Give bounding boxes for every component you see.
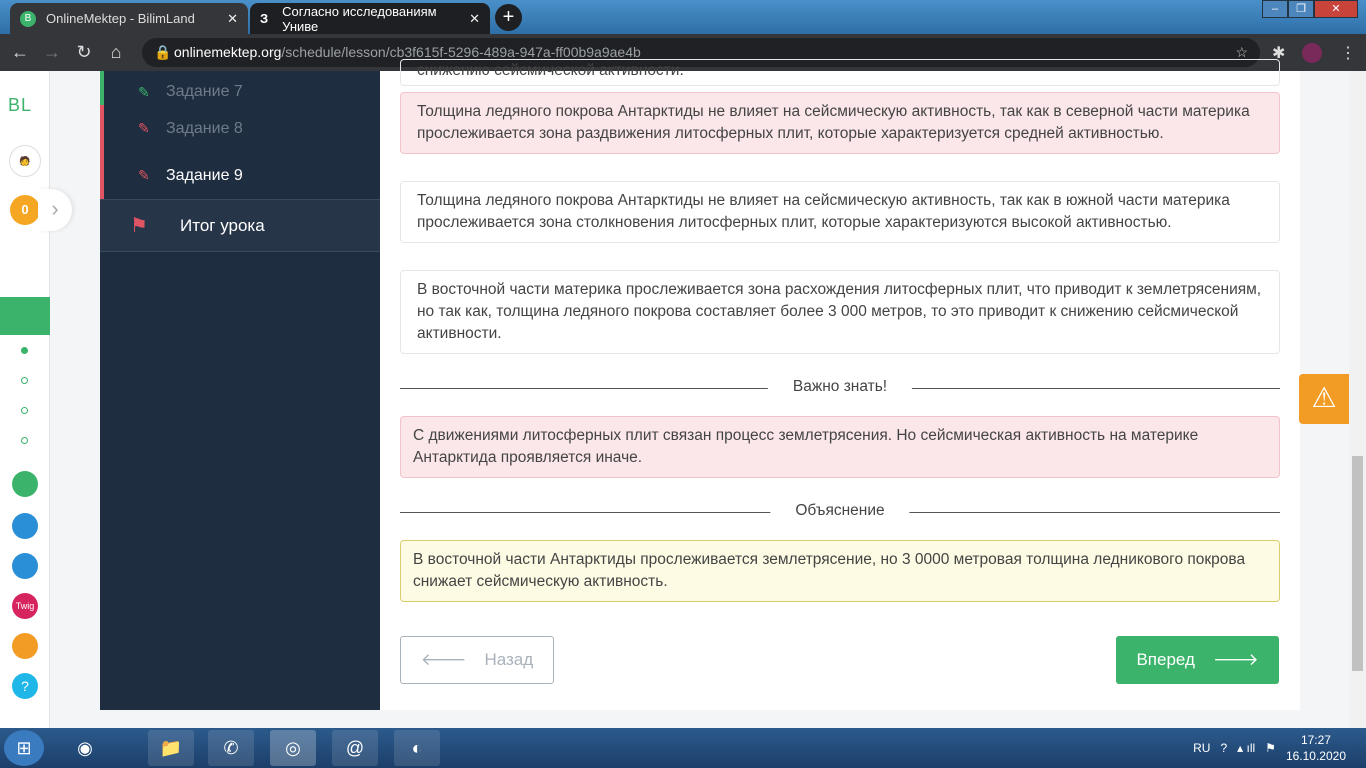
- onlinemektep-app-icon[interactable]: [0, 297, 50, 335]
- close-tab-icon[interactable]: ✕: [469, 11, 480, 27]
- sidebar-item-task-9[interactable]: ✎ Задание 9: [100, 152, 380, 199]
- avatar[interactable]: 🧑: [9, 145, 41, 177]
- explanation-box: В восточной части Антарктиды прослеживае…: [400, 540, 1280, 602]
- twig-icon[interactable]: Twig: [12, 593, 38, 619]
- bilimland-icon[interactable]: [12, 471, 38, 497]
- close-window-button[interactable]: ✕: [1314, 0, 1358, 18]
- important-title: Важно знать!: [767, 378, 913, 396]
- tab-favicon-icon: З: [260, 11, 269, 26]
- step-dot[interactable]: [21, 437, 28, 444]
- new-tab-button[interactable]: +: [495, 4, 522, 31]
- alice-icon[interactable]: ◉: [62, 730, 108, 766]
- arrow-left-icon: 🡐: [420, 650, 467, 669]
- tab-onlinemektep[interactable]: B OnlineMektep - BilimLand ✕: [10, 3, 248, 34]
- bilimbook-icon[interactable]: [12, 513, 38, 539]
- forward-icon[interactable]: →: [36, 42, 68, 63]
- tab-label: Согласно исследованиям Униве: [282, 3, 437, 34]
- important-divider: Важно знать!: [400, 378, 1280, 398]
- explanation-divider: Объяснение: [400, 502, 1280, 522]
- back-icon[interactable]: ←: [4, 42, 36, 63]
- option-text: В восточной части материка прослеживаетс…: [417, 281, 1262, 342]
- home-icon[interactable]: ⌂: [100, 42, 132, 63]
- sidebar-item-label: Задание 7: [166, 83, 243, 100]
- system-tray: RU ? ▴ ıll ⚑ 17:27 16.10.2020: [1193, 728, 1346, 768]
- edit-icon: ✎: [138, 120, 150, 136]
- sidebar-item-task-7[interactable]: ✎ Задание 7: [100, 71, 380, 105]
- url-host: onlinemektep.org: [174, 44, 282, 60]
- answer-option[interactable]: Толщина ледяного покрова Антарктиды не в…: [400, 181, 1280, 243]
- test-icon[interactable]: [12, 553, 38, 579]
- date: 16.10.2020: [1285, 749, 1346, 763]
- bilimland-favicon-icon: B: [20, 10, 36, 27]
- action-center-icon[interactable]: ⚑: [1265, 741, 1276, 755]
- lesson-sidebar: ✎ Задание 7 ✎ Задание 8 ✎ Задание 9 ⚑ Итог у…: [100, 71, 380, 710]
- start-button[interactable]: ⊞: [4, 730, 44, 766]
- option-text: Толщина ледяного покрова Антарктиды не в…: [417, 192, 1230, 231]
- back-label: Назад: [484, 650, 534, 669]
- minimize-button[interactable]: –: [1262, 0, 1288, 18]
- bl-logo[interactable]: BL: [8, 95, 32, 116]
- explorer-icon[interactable]: 📁: [148, 730, 194, 766]
- app-leftbar: BL 🧑 0 Twig ?: [0, 71, 50, 728]
- chrome-icon[interactable]: ◎: [270, 730, 316, 766]
- explanation-title: Объяснение: [770, 502, 910, 520]
- reload-icon[interactable]: ↻: [68, 42, 100, 63]
- scrollbar[interactable]: [1349, 71, 1366, 728]
- explanation-text: В восточной части Антарктиды прослеживае…: [413, 551, 1246, 590]
- back-button[interactable]: 🡐 Назад: [400, 636, 554, 684]
- edit-icon: ✎: [138, 167, 150, 183]
- imagine-icon[interactable]: [12, 633, 38, 659]
- profile-avatar[interactable]: [1302, 42, 1322, 63]
- step-dot[interactable]: [21, 347, 28, 354]
- flag-icon: ⚑: [130, 215, 148, 237]
- tab-bar: B OnlineMektep - BilimLand ✕ З Согласно исс…: [0, 0, 1366, 34]
- maximize-button[interactable]: ❐: [1288, 0, 1314, 18]
- step-dot[interactable]: [21, 377, 28, 384]
- close-tab-icon[interactable]: ✕: [227, 11, 238, 27]
- network-tray-icon[interactable]: ▴ ıll: [1237, 741, 1255, 755]
- help-icon[interactable]: ?: [12, 673, 38, 699]
- answer-option[interactable]: В восточной части материка прослеживаетс…: [400, 270, 1280, 354]
- help-tray-icon[interactable]: ?: [1220, 741, 1227, 755]
- lesson-content: снижению сейсмической активности. Толщин…: [380, 59, 1300, 710]
- url-path: /schedule/lesson/cb3f615f-5296-489a-947a…: [281, 44, 641, 60]
- time: 17:27: [1300, 733, 1331, 747]
- tab-active[interactable]: З Согласно исследованиям Униве ✕: [250, 3, 490, 34]
- score-badge: 0: [10, 195, 40, 225]
- important-text: С движениями литосферных плит связан про…: [413, 427, 1199, 466]
- whatsapp-icon[interactable]: ✆: [208, 730, 254, 766]
- answer-option[interactable]: снижению сейсмической активности.: [400, 59, 1280, 86]
- answer-option-selected-wrong[interactable]: Толщина ледяного покрова Антарктиды не в…: [400, 92, 1280, 154]
- step-dot[interactable]: [21, 407, 28, 414]
- sidebar-item-task-8[interactable]: ✎ Задание 8: [100, 105, 380, 152]
- next-label: Вперед: [1136, 650, 1195, 669]
- language-indicator[interactable]: RU: [1193, 741, 1210, 755]
- sidebar-item-summary[interactable]: ⚑ Итог урока: [100, 199, 380, 252]
- tab-label: OnlineMektep - BilimLand: [46, 11, 195, 26]
- option-text: снижению сейсмической активности.: [417, 62, 684, 79]
- sidebar-item-label: Задание 9: [166, 166, 243, 184]
- mail-agent-icon[interactable]: @: [332, 730, 378, 766]
- menu-icon[interactable]: ⋮: [1340, 43, 1356, 63]
- important-box: С движениями литосферных плит связан про…: [400, 416, 1280, 478]
- arrow-right-icon: 🡒: [1212, 650, 1259, 669]
- sidebar-item-label: Итог урока: [180, 215, 265, 235]
- next-button[interactable]: Вперед 🡒: [1116, 636, 1279, 684]
- edit-icon: ✎: [138, 84, 150, 100]
- taskbar: ⊞ ◉ 📁 ✆ ◎ @ ◐ RU ? ▴ ıll ⚑ 17:27 16.10.20…: [0, 728, 1366, 768]
- clock[interactable]: 17:27 16.10.2020: [1286, 732, 1346, 764]
- expand-sidebar-button[interactable]: ›: [38, 189, 72, 231]
- sidebar-item-label: Задание 8: [166, 119, 243, 137]
- report-warning-button[interactable]: ⚠: [1299, 374, 1349, 424]
- option-text: Толщина ледяного покрова Антарктиды не в…: [417, 103, 1250, 142]
- lock-icon: 🔒: [154, 44, 172, 60]
- scrollbar-thumb[interactable]: [1352, 456, 1363, 671]
- discord-icon[interactable]: ◐: [394, 730, 440, 766]
